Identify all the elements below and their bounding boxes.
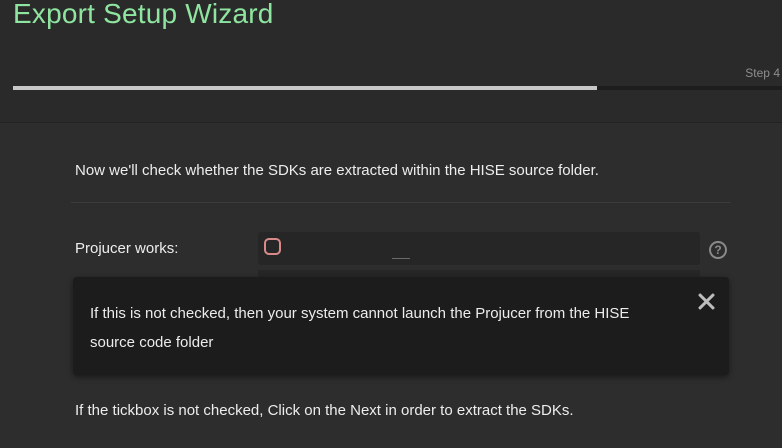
projucer-label: Projucer works:: [75, 240, 179, 257]
projucer-check-row: [258, 232, 700, 265]
close-icon[interactable]: [697, 292, 715, 310]
progress-bar-fill: [13, 86, 598, 90]
page-title: Export Setup Wizard: [13, 0, 274, 29]
intro-text: Now we'll check whether the SDKs are ext…: [75, 162, 599, 179]
tooltip-text: If this is not checked, then your system…: [90, 305, 630, 351]
wizard-header: Export Setup Wizard Step 4: [0, 0, 782, 123]
step-indicator: Step 4: [745, 66, 780, 80]
field-underscore: [392, 258, 410, 259]
projucer-checkbox[interactable]: [264, 238, 281, 255]
divider: [71, 202, 731, 203]
help-tooltip: If this is not checked, then your system…: [73, 277, 729, 375]
footer-text: If the tickbox is not checked, Click on …: [75, 402, 574, 419]
progress-bar: [13, 86, 782, 90]
help-icon[interactable]: ?: [709, 241, 727, 259]
